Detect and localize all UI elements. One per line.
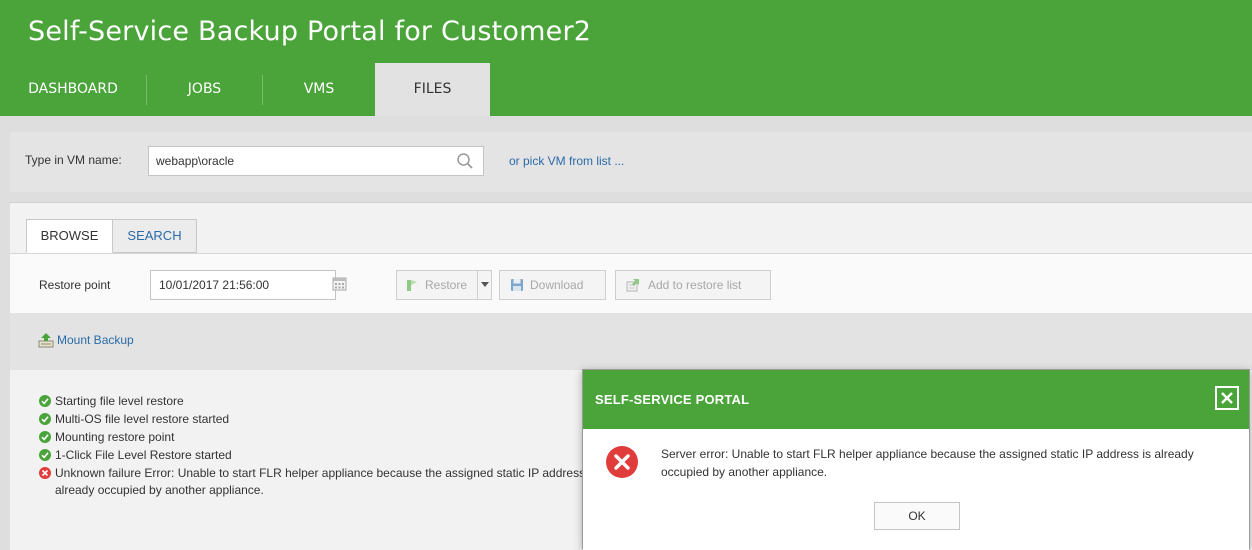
vm-selector-bar: Type in VM name: or pick VM from list ..… [10,132,1252,192]
add-to-restore-list-button[interactable]: Add to restore list [615,270,771,300]
save-icon [511,279,523,291]
restore-point-label: Restore point [39,278,111,292]
app-header: Self-Service Backup Portal for Customer2… [0,0,1252,116]
dialog-title: SELF-SERVICE PORTAL [595,392,750,407]
close-icon [1221,392,1233,404]
dialog-header: SELF-SERVICE PORTAL [583,370,1249,429]
log-text: Unknown failure Error: Unable to start F… [55,466,598,497]
mount-icon [38,333,54,348]
tab-jobs[interactable]: JOBS [147,63,262,116]
vm-name-input[interactable] [148,146,484,176]
log-text: Mounting restore point [55,430,175,444]
add-to-list-icon [626,279,639,292]
mount-row: Mount Backup [10,313,1252,370]
restore-point-input[interactable] [150,270,336,300]
ok-button[interactable]: OK [874,502,960,530]
log-text: Starting file level restore [55,394,184,408]
calendar-icon[interactable] [332,276,347,291]
split-divider [477,271,478,299]
tab-files[interactable]: FILES [375,63,490,116]
tab-vms[interactable]: VMS [263,63,375,116]
log-item-error: Unknown failure Error: Unable to start F… [39,465,599,499]
close-button[interactable] [1215,386,1239,410]
tab-search[interactable]: SEARCH [113,219,197,253]
tab-browse[interactable]: BROWSE [26,219,113,253]
restore-button[interactable]: Restore [396,270,492,300]
download-button[interactable]: Download [499,270,606,300]
restore-toolbar: Restore point Restore [10,253,1252,313]
dialog-body: Server error: Unable to start FLR helper… [583,429,1249,550]
add-to-restore-list-label: Add to restore list [648,278,742,292]
download-label: Download [530,278,584,292]
check-circle-icon [39,395,51,407]
check-circle-icon [39,449,51,461]
check-circle-icon [39,413,51,425]
mount-backup-link[interactable]: Mount Backup [57,333,134,347]
error-dialog: SELF-SERVICE PORTAL Server error: Unable… [582,369,1250,550]
chevron-down-icon[interactable] [481,282,489,288]
tab-dashboard[interactable]: DASHBOARD [0,63,146,116]
pick-vm-link[interactable]: or pick VM from list ... [509,154,624,168]
error-icon [606,446,638,478]
restore-icon [407,280,417,291]
log-text: 1-Click File Level Restore started [55,448,232,462]
error-circle-icon [39,467,51,479]
search-icon[interactable] [456,152,474,170]
app-title: Self-Service Backup Portal for Customer2 [28,16,592,47]
restore-label: Restore [425,278,468,292]
vm-name-label: Type in VM name: [25,153,122,167]
check-circle-icon [39,431,51,443]
log-text: Multi-OS file level restore started [55,412,230,426]
dialog-message: Server error: Unable to start FLR helper… [661,447,1194,479]
